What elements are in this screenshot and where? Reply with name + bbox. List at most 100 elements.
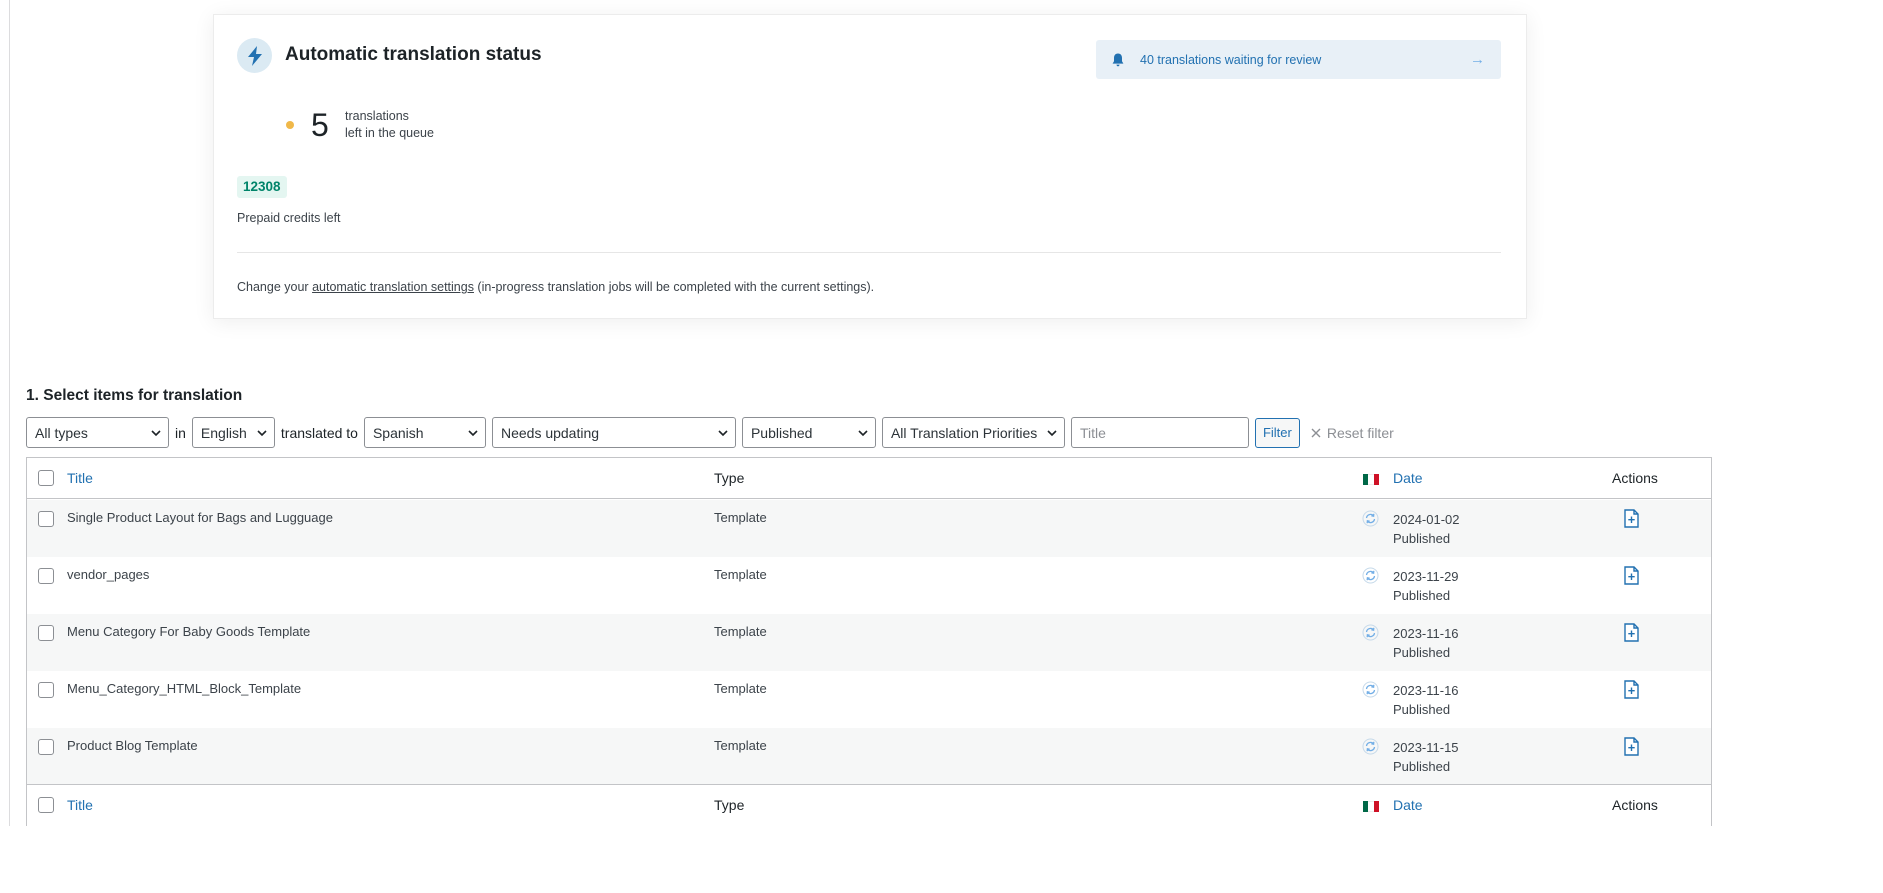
status-card-title: Automatic translation status xyxy=(285,44,542,65)
row-date-value: 2023-11-29 xyxy=(1393,569,1459,584)
queue-status-dot xyxy=(286,121,294,129)
queue-count: 5 xyxy=(311,107,329,143)
target-language-value: Spanish xyxy=(372,424,424,441)
add-translation-document-icon[interactable] xyxy=(1624,509,1639,528)
in-label: in xyxy=(175,424,186,441)
actions-column-header: Actions xyxy=(1612,470,1658,486)
row-checkbox[interactable] xyxy=(38,511,54,527)
sync-needs-update-icon xyxy=(1362,510,1379,527)
sync-needs-update-icon xyxy=(1362,624,1379,641)
select-all-checkbox-footer[interactable] xyxy=(38,797,54,813)
reset-filter-label: Reset filter xyxy=(1326,424,1394,441)
filter-bar: All types in English translated to Spani… xyxy=(26,417,1394,448)
bell-icon xyxy=(1112,53,1124,66)
review-banner-text: 40 translations waiting for review xyxy=(1140,52,1322,67)
sync-needs-update-icon xyxy=(1362,738,1379,755)
type-column-header: Type xyxy=(714,470,745,486)
settings-note-suffix: (in-progress translation jobs will be co… xyxy=(473,280,875,294)
chevron-down-icon xyxy=(858,430,868,437)
row-status: Published xyxy=(1393,759,1451,774)
row-date: 2023-11-16 Published xyxy=(1393,624,1459,662)
publish-status-select[interactable]: Published xyxy=(741,417,876,448)
type-select[interactable]: All types xyxy=(26,417,169,448)
row-checkbox[interactable] xyxy=(38,568,54,584)
settings-note-prefix: Change your xyxy=(237,280,313,294)
table-footer-row: Title Type Date Actions xyxy=(27,784,1711,826)
translation-status-card: Automatic translation status 40 translat… xyxy=(213,14,1527,319)
row-title: vendor_pages xyxy=(67,567,150,582)
admin-left-border xyxy=(9,0,10,826)
table-row: Menu Category For Baby Goods Template Te… xyxy=(27,614,1711,671)
priority-select[interactable]: All Translation Priorities xyxy=(881,417,1065,448)
card-divider xyxy=(237,252,1501,253)
row-title: Product Blog Template xyxy=(67,738,198,753)
row-date-value: 2024-01-02 xyxy=(1393,512,1460,527)
row-type: Template xyxy=(714,624,767,639)
row-status: Published xyxy=(1393,702,1451,717)
queue-label: translations left in the queue xyxy=(345,108,434,142)
row-date-value: 2023-11-15 xyxy=(1393,740,1459,755)
source-language-value: English xyxy=(200,424,247,441)
chevron-down-icon xyxy=(151,430,161,437)
translation-status-value: Needs updating xyxy=(500,424,600,441)
add-translation-document-icon[interactable] xyxy=(1624,623,1639,642)
table-row: Product Blog Template Template 2023-11-1… xyxy=(27,728,1711,785)
row-status: Published xyxy=(1393,588,1451,603)
mexico-flag-icon xyxy=(1363,801,1379,812)
publish-status-value: Published xyxy=(750,424,813,441)
filter-button[interactable]: Filter xyxy=(1254,417,1300,448)
row-date-value: 2023-11-16 xyxy=(1393,683,1459,698)
mexico-flag-icon xyxy=(1363,474,1379,485)
row-title: Menu Category For Baby Goods Template xyxy=(67,624,311,639)
row-date-value: 2023-11-16 xyxy=(1393,626,1459,641)
row-type: Template xyxy=(714,738,767,753)
table-row: Menu_Category_HTML_Block_Template Templa… xyxy=(27,671,1711,728)
translation-items-table: Title Type Date Actions Single Product L… xyxy=(26,457,1712,826)
chevron-down-icon xyxy=(718,430,728,437)
row-date: 2023-11-29 Published xyxy=(1393,567,1459,605)
source-language-select[interactable]: English xyxy=(191,417,275,448)
title-column-footer[interactable]: Title xyxy=(67,797,93,813)
type-column-footer: Type xyxy=(714,797,745,813)
chevron-down-icon xyxy=(257,430,267,437)
row-checkbox[interactable] xyxy=(38,682,54,698)
automatic-translation-settings-link[interactable]: automatic translation settings xyxy=(312,280,474,294)
add-translation-document-icon[interactable] xyxy=(1624,737,1639,756)
add-translation-document-icon[interactable] xyxy=(1624,566,1639,585)
review-banner-link[interactable]: 40 translations waiting for review → xyxy=(1096,40,1501,79)
sync-needs-update-icon xyxy=(1362,681,1379,698)
close-icon xyxy=(1311,428,1321,437)
row-title: Menu_Category_HTML_Block_Template xyxy=(67,681,302,696)
sync-needs-update-icon xyxy=(1362,567,1379,584)
table-row: vendor_pages Template 2023-11-29 Publishe… xyxy=(27,557,1711,614)
select-all-checkbox[interactable] xyxy=(38,470,54,486)
credits-badge: 12308 xyxy=(237,176,287,198)
row-type: Template xyxy=(714,681,767,696)
date-column-footer[interactable]: Date xyxy=(1393,797,1423,813)
queue-label-line2: left in the queue xyxy=(345,126,434,140)
reset-filter-link[interactable]: Reset filter xyxy=(1311,425,1394,441)
arrow-right-icon: → xyxy=(1470,51,1485,68)
title-search-input[interactable] xyxy=(1070,417,1249,448)
lightning-icon xyxy=(237,38,272,73)
table-header-row: Title Type Date Actions xyxy=(27,458,1711,499)
target-language-select[interactable]: Spanish xyxy=(363,417,486,448)
row-checkbox[interactable] xyxy=(38,739,54,755)
type-select-value: All types xyxy=(35,424,88,441)
actions-column-footer: Actions xyxy=(1612,797,1658,813)
row-checkbox[interactable] xyxy=(38,625,54,641)
translation-status-select[interactable]: Needs updating xyxy=(491,417,736,448)
title-column-header[interactable]: Title xyxy=(67,470,93,486)
row-type: Template xyxy=(714,567,767,582)
row-date: 2024-01-02 Published xyxy=(1393,510,1460,548)
priority-value: All Translation Priorities xyxy=(890,424,1038,441)
settings-note: Change your automatic translation settin… xyxy=(237,280,874,294)
table-row: Single Product Layout for Bags and Luggu… xyxy=(27,500,1711,557)
date-column-header[interactable]: Date xyxy=(1393,470,1423,486)
add-translation-document-icon[interactable] xyxy=(1624,680,1639,699)
chevron-down-icon xyxy=(468,430,478,437)
row-title: Single Product Layout for Bags and Luggu… xyxy=(67,510,333,525)
row-status: Published xyxy=(1393,531,1451,546)
queue-label-line1: translations xyxy=(345,109,409,123)
credits-label: Prepaid credits left xyxy=(237,211,341,225)
